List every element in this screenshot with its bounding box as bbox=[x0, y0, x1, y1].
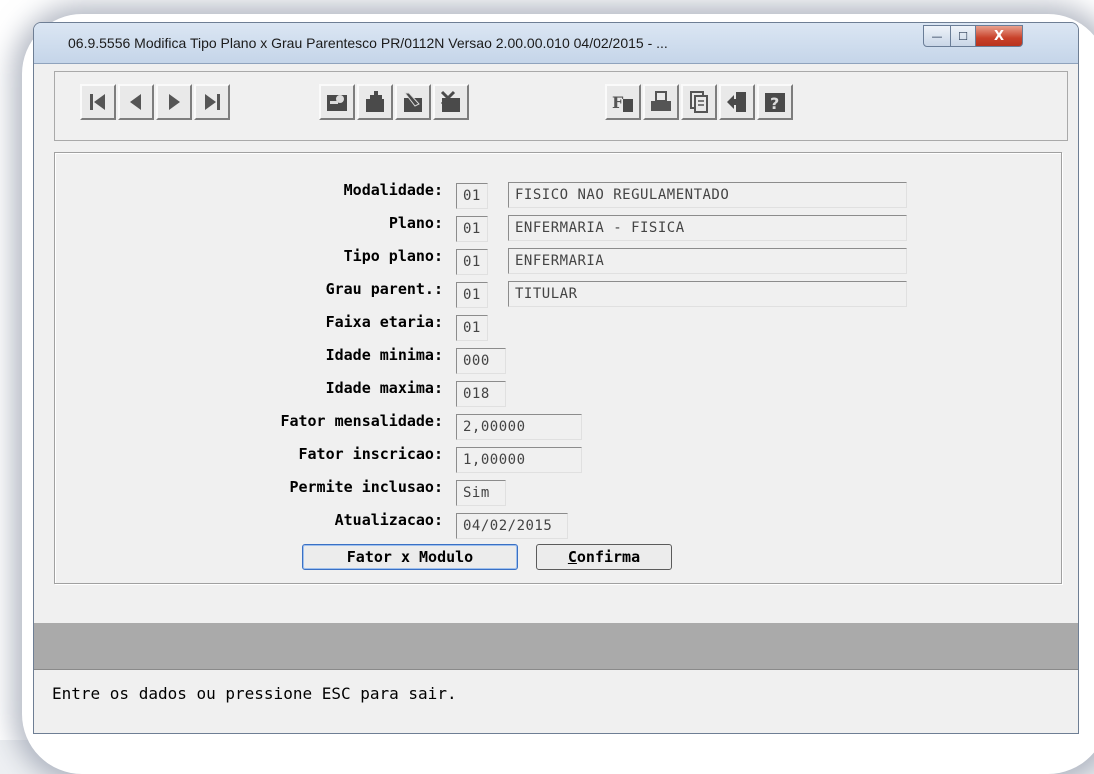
print-button[interactable] bbox=[643, 84, 679, 120]
edit-record-button[interactable] bbox=[395, 84, 431, 120]
permite-inclusao-field[interactable]: Sim bbox=[456, 480, 506, 506]
filter-icon: F bbox=[612, 93, 633, 112]
first-record-button[interactable] bbox=[80, 84, 116, 120]
window-title: 06.9.5556 Modifica Tipo Plano x Grau Par… bbox=[68, 35, 668, 51]
print-icon bbox=[651, 91, 671, 111]
window-controls: — ☐ X bbox=[923, 25, 1023, 47]
status-bar: Entre os dados ou pressione ESC para sai… bbox=[34, 669, 1078, 733]
faixa-etaria-field[interactable]: 01 bbox=[456, 315, 488, 341]
fator-mensalidade-label: Fator mensalidade: bbox=[280, 412, 443, 430]
plano-desc-field: ENFERMARIA - FISICA bbox=[508, 215, 907, 241]
filter-button[interactable]: F bbox=[605, 84, 641, 120]
idade-minima-field[interactable]: 000 bbox=[456, 348, 506, 374]
plano-label: Plano: bbox=[388, 214, 443, 232]
close-icon: X bbox=[993, 28, 1005, 44]
fator-inscricao-label: Fator inscricao: bbox=[298, 445, 444, 463]
last-record-button[interactable] bbox=[194, 84, 230, 120]
app-window: 06.9.5556 Modifica Tipo Plano x Grau Par… bbox=[33, 22, 1079, 734]
svg-text:?: ? bbox=[770, 94, 779, 113]
form-panel: Modalidade: 01 FISICO NAO REGULAMENTADO … bbox=[54, 152, 1062, 584]
idade-maxima-field[interactable]: 018 bbox=[456, 381, 506, 407]
title-bar: 06.9.5556 Modifica Tipo Plano x Grau Par… bbox=[34, 23, 1078, 64]
last-record-icon bbox=[205, 94, 220, 110]
atualizacao-field[interactable]: 04/02/2015 bbox=[456, 513, 568, 539]
modalidade-desc-field: FISICO NAO REGULAMENTADO bbox=[508, 182, 907, 208]
status-message: Entre os dados ou pressione ESC para sai… bbox=[52, 684, 457, 703]
next-record-button[interactable] bbox=[156, 84, 192, 120]
copy-icon bbox=[690, 91, 708, 113]
modalidade-code-field[interactable]: 01 bbox=[456, 183, 488, 209]
first-record-icon bbox=[90, 94, 105, 110]
minimize-button[interactable]: — bbox=[923, 25, 951, 47]
grey-divider bbox=[34, 623, 1078, 669]
exit-icon bbox=[727, 92, 746, 112]
tipo-plano-label: Tipo plano: bbox=[343, 247, 443, 265]
confirma-label: onfirma bbox=[576, 548, 641, 566]
help-icon: ? bbox=[765, 93, 785, 113]
grau-parent-desc-field: TITULAR bbox=[508, 281, 907, 307]
confirma-button[interactable]: Confirma bbox=[536, 544, 672, 570]
modalidade-label: Modalidade: bbox=[343, 181, 443, 199]
minimize-icon: — bbox=[931, 29, 943, 43]
next-record-icon bbox=[169, 94, 180, 110]
plano-code-field[interactable]: 01 bbox=[456, 216, 488, 242]
search-key-button[interactable] bbox=[319, 84, 355, 120]
faixa-etaria-label: Faixa etaria: bbox=[325, 313, 443, 331]
svg-text:F: F bbox=[612, 93, 624, 112]
edit-record-icon bbox=[403, 92, 422, 112]
previous-record-button[interactable] bbox=[118, 84, 154, 120]
grau-parent-label: Grau parent.: bbox=[325, 280, 443, 298]
permite-inclusao-label: Permite inclusao: bbox=[289, 478, 443, 496]
add-record-button[interactable] bbox=[357, 84, 393, 120]
delete-record-button[interactable] bbox=[433, 84, 469, 120]
idade-maxima-label: Idade maxima: bbox=[325, 379, 443, 397]
maximize-button[interactable]: ☐ bbox=[951, 25, 976, 47]
confirma-hotkey: C bbox=[567, 548, 577, 566]
atualizacao-label: Atualizacao: bbox=[334, 511, 443, 529]
fator-modulo-button[interactable]: Fator x Modulo bbox=[302, 544, 518, 570]
copy-button[interactable] bbox=[681, 84, 717, 120]
fator-mensalidade-field[interactable]: 2,00000 bbox=[456, 414, 582, 440]
add-record-icon bbox=[366, 91, 384, 112]
search-key-icon bbox=[327, 95, 347, 111]
tipo-plano-desc-field: ENFERMARIA bbox=[508, 248, 907, 274]
toolbar: F ? bbox=[54, 71, 1068, 141]
delete-record-icon bbox=[440, 90, 460, 112]
fator-inscricao-field[interactable]: 1,00000 bbox=[456, 447, 582, 473]
close-button[interactable]: X bbox=[976, 25, 1023, 47]
grau-parent-code-field[interactable]: 01 bbox=[456, 282, 488, 308]
previous-record-icon bbox=[130, 94, 141, 110]
maximize-icon: ☐ bbox=[958, 29, 968, 43]
exit-button[interactable] bbox=[719, 84, 755, 120]
help-button[interactable]: ? bbox=[757, 84, 793, 120]
tipo-plano-code-field[interactable]: 01 bbox=[456, 249, 488, 275]
idade-minima-label: Idade minima: bbox=[325, 346, 443, 364]
